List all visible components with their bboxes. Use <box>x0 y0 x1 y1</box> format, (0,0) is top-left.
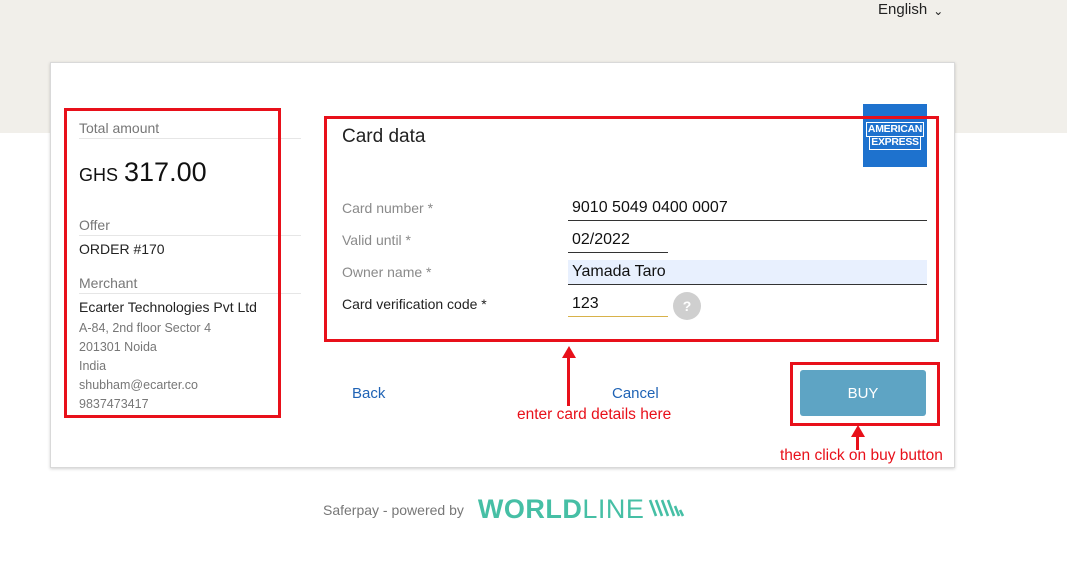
back-button[interactable]: Back <box>352 385 385 402</box>
arrow-shaft <box>567 356 570 406</box>
worldline-logo: WORLD LINE <box>478 494 689 525</box>
annotation-box-buy <box>790 362 940 426</box>
footer: Saferpay - powered by WORLD LINE <box>323 494 688 525</box>
language-selector[interactable]: English ⌄ <box>878 1 943 18</box>
cancel-button[interactable]: Cancel <box>612 385 659 402</box>
powered-by-text: Saferpay - powered by <box>323 501 464 518</box>
language-label: English <box>878 1 928 18</box>
chevron-down-icon: ⌄ <box>933 3 944 18</box>
annotation-enter-details: enter card details here <box>517 406 672 423</box>
annotation-box-card-data <box>324 116 939 342</box>
annotation-click-buy: then click on buy button <box>780 447 943 464</box>
worldline-logo-light: LINE <box>582 494 645 524</box>
worldline-logo-bold: WORLD <box>477 494 583 524</box>
annotation-box-summary <box>64 108 281 418</box>
worldline-wave-icon <box>649 499 685 517</box>
